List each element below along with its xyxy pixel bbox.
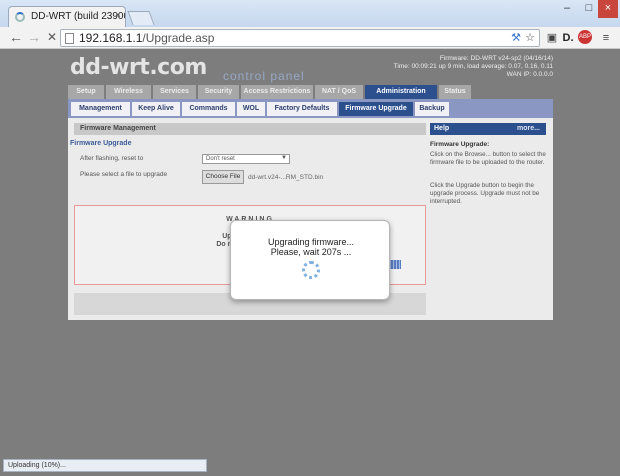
subtab-management[interactable]: Management: [71, 102, 130, 116]
upgrade-dialog: Upgrading firmware... Please, wait 207s …: [230, 220, 390, 300]
main-tabs: Setup Wireless Services Security Access …: [68, 85, 553, 99]
help-more-link[interactable]: more...: [517, 123, 540, 135]
select-file-label: Please select a file to upgrade: [80, 171, 168, 178]
tab-title: DD-WRT (build 23900M) ·: [31, 11, 125, 22]
browser-tab[interactable]: DD-WRT (build 23900M) · ×: [8, 6, 126, 28]
wan-ip: WAN IP: 0.0.0.0: [506, 71, 553, 78]
help-text-2: Click the Upgrade button to begin the up…: [430, 182, 540, 205]
sub-tabs: Management Keep Alive Commands WOL Facto…: [68, 99, 553, 118]
tab-wireless[interactable]: Wireless: [106, 85, 151, 99]
tab-setup[interactable]: Setup: [68, 85, 104, 99]
subtab-firmware-upgrade[interactable]: Firmware Upgrade: [339, 102, 413, 116]
tab-administration[interactable]: Administration: [365, 85, 437, 99]
chevron-down-icon: ▼: [281, 155, 287, 161]
loading-spinner-icon: [15, 12, 25, 22]
minimize-icon[interactable]: –: [556, 0, 578, 18]
stop-icon[interactable]: ✕: [44, 29, 60, 45]
browser-titlebar: DD-WRT (build 23900M) · × – □ ×: [0, 0, 620, 28]
url-host: 192.168.1.1: [79, 31, 143, 45]
page-icon: [65, 33, 74, 44]
subtab-factory-defaults[interactable]: Factory Defaults: [267, 102, 337, 116]
tab-close-icon[interactable]: ×: [115, 10, 121, 21]
dialog-line-2: Please, wait 207s ...: [270, 247, 352, 257]
tab-status[interactable]: Status: [439, 85, 471, 99]
bookmark-star-icon[interactable]: ☆: [522, 30, 538, 46]
header: dd-wrt.com control panel Firmware: DD-WR…: [68, 49, 553, 83]
logo: dd-wrt.com: [70, 55, 207, 80]
spinner-icon: [302, 261, 320, 279]
tab-services[interactable]: Services: [153, 85, 196, 99]
extension-icon[interactable]: ▣: [544, 30, 560, 46]
choose-file-button[interactable]: Choose File: [202, 170, 244, 184]
help-header: Help more...: [430, 123, 546, 135]
close-window-icon[interactable]: ×: [598, 0, 618, 18]
help-title: Help: [434, 125, 450, 132]
uptime: Time: 00:09:21 up 9 min, load average: 0…: [393, 63, 553, 70]
page-viewport: dd-wrt.com control panel Firmware: DD-WR…: [0, 49, 620, 476]
section-title: Firmware Management: [74, 123, 426, 135]
help-subtitle: Firmware Upgrade:: [430, 141, 490, 148]
dialog-line-1: Upgrading firmware...: [267, 237, 355, 247]
status-bar: Uploading (10%)...: [3, 459, 207, 472]
tab-nat-qos[interactable]: NAT / QoS: [315, 85, 363, 99]
back-icon[interactable]: ←: [8, 29, 24, 45]
tab-security[interactable]: Security: [198, 85, 239, 99]
adblock-icon[interactable]: ABP: [578, 30, 592, 44]
subtab-keep-alive[interactable]: Keep Alive: [132, 102, 180, 116]
subtab-backup[interactable]: Backup: [415, 102, 449, 116]
tab-access-restrictions[interactable]: Access Restrictions: [241, 85, 313, 99]
subtab-wol[interactable]: WOL: [237, 102, 265, 116]
forward-icon[interactable]: →: [26, 29, 42, 45]
subtab-commands[interactable]: Commands: [182, 102, 235, 116]
after-flash-label: After flashing, reset to: [80, 155, 144, 162]
fieldset-legend: Firmware Upgrade: [70, 140, 132, 147]
reset-select[interactable]: Don't reset ▼: [202, 154, 290, 164]
logo-subtitle: control panel: [223, 69, 305, 83]
browser-toolbar: ← → ✕ 192.168.1.1/Upgrade.asp ⚒ ☆ ▣ D. A…: [0, 27, 620, 49]
menu-icon[interactable]: ≡: [598, 30, 614, 46]
maximize-icon[interactable]: □: [578, 0, 600, 18]
reset-select-value: Don't reset: [206, 156, 235, 162]
url-path: /Upgrade.asp: [142, 31, 215, 45]
firmware-version: Firmware: DD-WRT v24-sp2 (04/16/14): [439, 55, 553, 62]
help-text-1: Click on the Browse... button to select …: [430, 151, 546, 166]
address-bar[interactable]: 192.168.1.1/Upgrade.asp: [60, 29, 540, 47]
selected-file-name: dd-wrt.v24-...RM_STD.bin: [248, 174, 324, 181]
new-tab-button[interactable]: [127, 11, 155, 25]
router-info: Firmware: DD-WRT v24-sp2 (04/16/14) Time…: [353, 55, 553, 79]
d-extension-icon[interactable]: D.: [560, 30, 576, 46]
